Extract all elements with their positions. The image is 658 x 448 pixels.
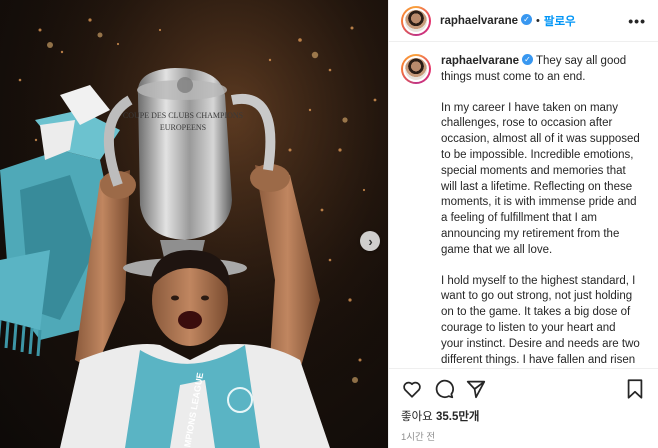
caption-paragraph: I hold myself to the highest standard, I…	[441, 274, 640, 366]
likes-number: 35.5만개	[435, 411, 480, 423]
instagram-post-modal: COUPE DES CLUBS CHAMPIONS EUROPEENS CHAM…	[0, 0, 658, 448]
caption-row: raphaelvarane ✓ They say all good things …	[401, 54, 646, 86]
caption-body: In my career I have taken on many challe…	[441, 101, 641, 368]
post-header: raphaelvarane ✓ • 팔로우 •••	[389, 0, 658, 42]
bookmark-icon[interactable]	[622, 376, 648, 402]
more-options-icon[interactable]: •••	[628, 13, 646, 29]
next-photo-button[interactable]: ›	[360, 231, 380, 251]
caption-username[interactable]: raphaelvarane	[441, 55, 519, 67]
caption-first-line: raphaelvarane ✓ They say all good things …	[441, 54, 641, 86]
header-username[interactable]: raphaelvarane	[440, 15, 518, 27]
likes-label: 좋아요	[401, 411, 433, 423]
avatar[interactable]	[401, 5, 431, 36]
caption-avatar[interactable]	[401, 54, 431, 84]
post-side-panel: raphaelvarane ✓ • 팔로우 ••• raphaelvarane ✓…	[388, 0, 658, 448]
chevron-right-icon: ›	[368, 233, 373, 249]
caption-area[interactable]: raphaelvarane ✓ They say all good things …	[389, 42, 658, 368]
comment-icon[interactable]	[431, 376, 457, 402]
photo-illustration: COUPE DES CLUBS CHAMPIONS EUROPEENS CHAM…	[0, 0, 388, 448]
follow-button[interactable]: 팔로우	[544, 13, 576, 29]
svg-text:EUROPEENS: EUROPEENS	[160, 123, 206, 132]
paper-plane-icon[interactable]	[463, 376, 489, 402]
heart-icon[interactable]	[399, 376, 425, 402]
likes-count[interactable]: 좋아요 35.5만개	[389, 408, 658, 426]
caption-paragraph: In my career I have taken on many challe…	[441, 101, 640, 256]
verified-badge-icon: ✓	[521, 14, 532, 25]
verified-badge-icon: ✓	[522, 54, 533, 66]
action-bar	[389, 368, 658, 408]
separator-dot: •	[536, 14, 540, 27]
trophy-inscription: COUPE DES CLUBS CHAMPIONS	[123, 111, 243, 120]
post-time: 1시간 전	[401, 432, 436, 443]
post-photo[interactable]: COUPE DES CLUBS CHAMPIONS EUROPEENS CHAM…	[0, 0, 388, 448]
